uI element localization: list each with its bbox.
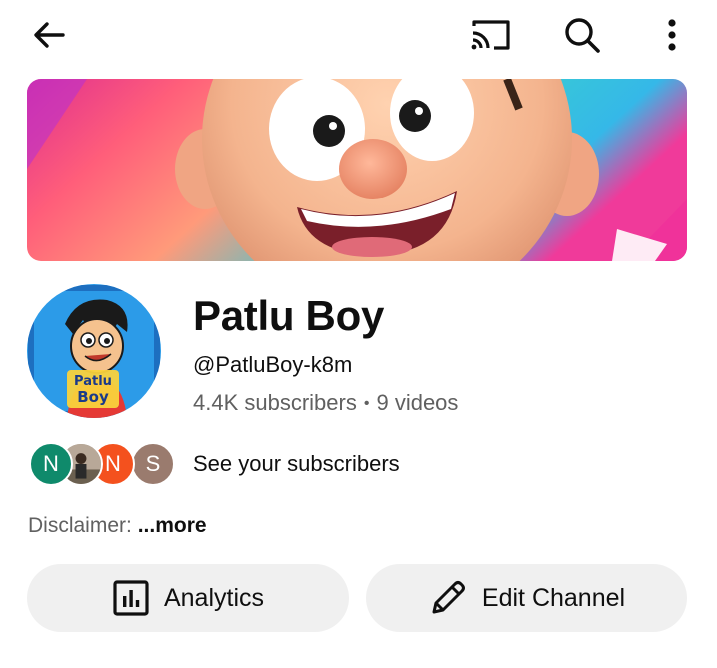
- more-vertical-icon: [668, 19, 676, 51]
- channel-name: Patlu Boy: [193, 292, 384, 339]
- analytics-label: Analytics: [163, 583, 265, 612]
- analytics-button[interactable]: Analytics: [27, 564, 349, 632]
- edit-channel-label: Edit Channel: [481, 583, 626, 612]
- more-link[interactable]: ...more: [138, 514, 207, 537]
- banner-image: [27, 79, 687, 261]
- edit-channel-button[interactable]: Edit Channel: [366, 564, 687, 632]
- pencil-icon: [432, 581, 465, 614]
- channel-stats: 4.4K subscribers • 9 videos: [193, 390, 458, 416]
- more-options-button[interactable]: [648, 11, 696, 59]
- avatar-text-line2: Boy: [77, 388, 109, 406]
- avatar-image: Patlu Boy: [27, 284, 161, 418]
- video-count: 9 videos: [376, 390, 459, 415]
- search-icon: [565, 18, 600, 53]
- description-text: Disclaimer:: [28, 514, 138, 537]
- channel-banner[interactable]: [27, 79, 687, 261]
- analytics-icon: [113, 580, 149, 616]
- subscriber-count: 4.4K subscribers: [193, 390, 357, 415]
- subscriber-avatar-letter: S: [145, 451, 161, 476]
- cast-button[interactable]: [467, 11, 515, 59]
- see-subscribers-label[interactable]: See your subscribers: [193, 451, 400, 477]
- back-button[interactable]: [25, 11, 73, 59]
- subscriber-avatar-letter: N: [105, 451, 121, 476]
- avatar-text-line1: Patlu: [74, 374, 112, 389]
- subscriber-avatar: S: [131, 442, 175, 486]
- top-app-bar: [0, 0, 717, 72]
- search-button[interactable]: [558, 11, 606, 59]
- meta-separator: •: [363, 395, 370, 412]
- subscriber-avatar-letter: N: [43, 451, 59, 476]
- channel-handle: @PatluBoy-k8m: [193, 352, 353, 377]
- cast-icon: [471, 20, 510, 50]
- channel-description[interactable]: Disclaimer: ...more: [28, 514, 207, 538]
- subscriber-avatars: N N S: [29, 440, 179, 488]
- arrow-left-icon: [34, 22, 65, 48]
- channel-avatar[interactable]: Patlu Boy: [27, 284, 161, 418]
- see-subscribers-row[interactable]: N N S See your subscribers: [29, 440, 400, 488]
- subscriber-avatar: N: [29, 442, 73, 486]
